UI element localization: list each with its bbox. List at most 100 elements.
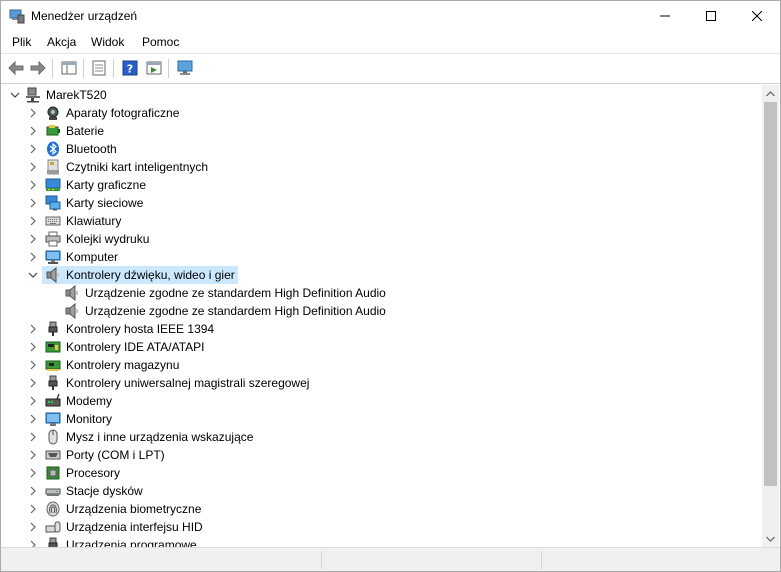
tree-device[interactable]: Urządzenie zgodne ze standardem High Def… <box>1 302 762 320</box>
chevron-right-icon[interactable] <box>25 519 41 535</box>
disk-drive-icon <box>45 483 61 499</box>
chevron-right-icon[interactable] <box>25 393 41 409</box>
chevron-right-icon[interactable] <box>25 447 41 463</box>
tree-node-label: Kontrolery hosta IEEE 1394 <box>66 322 215 336</box>
chevron-right-icon[interactable] <box>25 339 41 355</box>
tree-category[interactable]: Procesory <box>1 464 762 482</box>
chevron-right-icon[interactable] <box>25 321 41 337</box>
show-hide-console-tree-button[interactable] <box>59 58 79 78</box>
menu-pomoc[interactable]: Pomoc <box>140 35 181 49</box>
chevron-right-icon[interactable] <box>25 159 41 175</box>
back-button[interactable] <box>6 58 26 78</box>
tree-category[interactable]: Baterie <box>1 122 762 140</box>
chevron-right-icon[interactable] <box>25 375 41 391</box>
tree-category[interactable]: Karty sieciowe <box>1 194 762 212</box>
computer-icon <box>45 249 61 265</box>
menu-widok[interactable]: Widok <box>89 35 126 49</box>
computer-network-icon <box>25 87 41 103</box>
tree-root[interactable]: MarekT520 <box>1 86 762 104</box>
chevron-right-icon[interactable] <box>25 123 41 139</box>
tree-device[interactable]: Urządzenie zgodne ze standardem High Def… <box>1 284 762 302</box>
toolbar-separator <box>52 59 53 78</box>
tree-category[interactable]: Aparaty fotograficzne <box>1 104 762 122</box>
tree-node-label: Aparaty fotograficzne <box>66 106 180 120</box>
tree-node-label: Czytniki kart inteligentnych <box>66 160 209 174</box>
scroll-up-button[interactable] <box>762 85 779 102</box>
tree-category[interactable]: Kolejki wydruku <box>1 230 762 248</box>
chevron-right-icon[interactable] <box>25 231 41 247</box>
tree-category[interactable]: Karty graficzne <box>1 176 762 194</box>
tree-node-label: Karty sieciowe <box>66 196 144 210</box>
tree-category[interactable]: Kontrolery uniwersalnej magistrali szere… <box>1 374 762 392</box>
tree-category[interactable]: Stacje dysków <box>1 482 762 500</box>
menu-plik[interactable]: Plik <box>10 35 33 49</box>
tree-category[interactable]: Kontrolery magazynu <box>1 356 762 374</box>
tree-category[interactable]: Mysz i inne urządzenia wskazujące <box>1 428 762 446</box>
tree-category[interactable]: Urządzenia programowe <box>1 536 762 547</box>
minimize-icon <box>660 15 670 17</box>
chevron-right-icon[interactable] <box>25 501 41 517</box>
forward-button[interactable] <box>28 58 48 78</box>
close-icon <box>752 11 762 21</box>
tree-category[interactable]: Bluetooth <box>1 140 762 158</box>
tree-node-label: Kontrolery uniwersalnej magistrali szere… <box>66 376 310 390</box>
toolbar-separator <box>168 59 169 78</box>
processor-icon <box>45 465 61 481</box>
menu-akcja[interactable]: Akcja <box>45 35 78 49</box>
minimize-button[interactable] <box>642 1 688 31</box>
smartcard-reader-icon <box>45 159 61 175</box>
maximize-button[interactable] <box>688 1 734 31</box>
tree-node-label: Procesory <box>66 466 121 480</box>
chevron-right-icon[interactable] <box>25 537 41 547</box>
device-tree[interactable]: MarekT520 Aparaty fotograficzne Baterie Blu… <box>1 85 762 547</box>
tree-category[interactable]: Porty (COM i LPT) <box>1 446 762 464</box>
tree-node-label: Komputer <box>66 250 119 264</box>
tree-category[interactable]: Kontrolery dźwięku, wideo i gier <box>1 266 762 284</box>
chevron-right-icon[interactable] <box>25 465 41 481</box>
properties-button[interactable] <box>89 58 109 78</box>
scroll-down-button[interactable] <box>762 530 779 547</box>
scan-hardware-icon <box>177 60 193 75</box>
network-adapter-icon <box>45 195 61 211</box>
fingerprint-icon <box>45 501 61 517</box>
scrollbar-thumb[interactable] <box>764 102 777 486</box>
tree-category[interactable]: Urządzenia biometryczne <box>1 500 762 518</box>
tree-category[interactable]: Modemy <box>1 392 762 410</box>
vertical-scrollbar[interactable] <box>762 85 779 547</box>
title-bar[interactable]: Menedżer urządzeń <box>1 1 780 31</box>
help-button[interactable]: ? <box>120 58 140 78</box>
tree-category[interactable]: Klawiatury <box>1 212 762 230</box>
svg-text:?: ? <box>127 63 133 76</box>
action-pane-icon <box>146 61 162 75</box>
tree-node-label: Karty graficzne <box>66 178 147 192</box>
chevron-right-icon[interactable] <box>25 195 41 211</box>
tree-node-label: Urządzenia programowe <box>66 538 197 547</box>
monitor-icon <box>45 411 61 427</box>
tree-category[interactable]: Kontrolery IDE ATA/ATAPI <box>1 338 762 356</box>
tree-category[interactable]: Urządzenia interfejsu HID <box>1 518 762 536</box>
tree-node-label: Porty (COM i LPT) <box>66 448 165 462</box>
chevron-right-icon[interactable] <box>25 357 41 373</box>
chevron-right-icon[interactable] <box>25 483 41 499</box>
scan-hardware-button[interactable] <box>175 58 195 78</box>
chevron-right-icon[interactable] <box>25 249 41 265</box>
tree-category[interactable]: Komputer <box>1 248 762 266</box>
chevron-right-icon[interactable] <box>25 411 41 427</box>
chevron-right-icon[interactable] <box>25 429 41 445</box>
chevron-right-icon[interactable] <box>25 141 41 157</box>
help-icon: ? <box>122 60 138 76</box>
chevron-right-icon[interactable] <box>25 213 41 229</box>
tree-category[interactable]: Kontrolery hosta IEEE 1394 <box>1 320 762 338</box>
storage-controller-icon <box>45 357 61 373</box>
close-button[interactable] <box>734 1 780 31</box>
chevron-right-icon[interactable] <box>25 105 41 121</box>
chevron-down-icon[interactable] <box>7 87 23 103</box>
tree-category[interactable]: Czytniki kart inteligentnych <box>1 158 762 176</box>
chevron-right-icon[interactable] <box>25 177 41 193</box>
action-pane-button[interactable] <box>144 58 164 78</box>
chevron-down-icon <box>766 536 775 542</box>
tree-category[interactable]: Monitory <box>1 410 762 428</box>
chevron-down-icon[interactable] <box>25 267 41 283</box>
speaker-icon <box>64 284 80 302</box>
status-bar <box>1 547 780 571</box>
